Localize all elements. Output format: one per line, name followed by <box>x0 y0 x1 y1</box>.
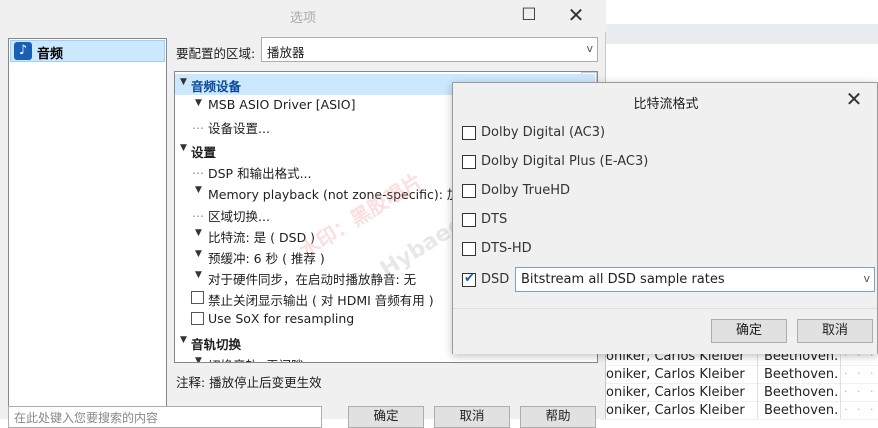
expand-triangle-icon[interactable]: ▼ <box>195 356 202 362</box>
expand-triangle-icon[interactable]: ▼ <box>195 228 202 238</box>
use-sox-checkbox[interactable] <box>191 312 204 325</box>
option-ac3[interactable]: Dolby Digital (AC3) <box>462 122 872 144</box>
track-work: Beethoven... <box>764 403 838 418</box>
option-label: DTS <box>481 212 508 227</box>
close-icon[interactable]: ✕ <box>839 86 869 112</box>
zone-label: 要配置的区域: <box>176 46 256 61</box>
tree-group-label: 音轨切换 <box>191 337 242 352</box>
row-dots: · · · <box>844 403 877 416</box>
tree-item-label: 区域切换... <box>208 209 270 224</box>
tree-item-label: 切换音轨: 无间隙 <box>208 355 304 362</box>
dsd-mode-select[interactable]: Bitstream all DSD sample rates v <box>515 267 875 292</box>
ellipsis-icon: … <box>192 163 204 177</box>
close-button[interactable]: ✕ <box>553 4 599 28</box>
eac3-checkbox[interactable] <box>462 155 476 169</box>
help-button[interactable]: 帮助 <box>520 406 596 428</box>
option-label: DTS-HD <box>481 241 532 256</box>
disable-display-checkbox[interactable] <box>191 291 204 304</box>
option-dts[interactable]: DTS <box>462 209 872 231</box>
track-work: Beethoven... <box>764 367 838 382</box>
track-row[interactable]: oniker, Carlos Kleiber Beethoven... · · … <box>600 384 878 402</box>
zone-select-value: 播放器 <box>267 45 305 60</box>
tree-item-label: DSP 和输出格式... <box>208 166 312 181</box>
category-label: 音频 <box>37 47 64 62</box>
chevron-down-icon: v <box>586 42 593 55</box>
dts-checkbox[interactable] <box>462 213 476 227</box>
dsd-checkbox[interactable]: ✔ <box>462 271 476 287</box>
tree-group-label: 设置 <box>191 145 217 160</box>
option-dts-hd[interactable]: DTS-HD <box>462 238 872 260</box>
zone-select[interactable]: 播放器 v <box>261 37 598 62</box>
track-work: Beethoven... <box>764 385 838 400</box>
dialog-ok-button[interactable]: 确定 <box>711 319 787 343</box>
option-label: Dolby TrueHD <box>481 183 571 198</box>
track-row[interactable]: oniker, Carlos Kleiber Beethoven... · · … <box>600 366 878 384</box>
tree-group-label: 音频设备 <box>191 79 242 94</box>
expand-triangle-icon[interactable]: ▼ <box>195 270 202 280</box>
tree-item-label: 禁止关闭显示输出 ( 对 HDMI 音频有用 ) <box>208 293 434 308</box>
track-artist: oniker, Carlos Kleiber <box>606 367 745 382</box>
search-placeholder: 在此处键入您要搜索的内容 <box>14 411 159 425</box>
cancel-button[interactable]: 取消 <box>434 406 510 428</box>
options-titlebar: 选项 ☐ ✕ <box>0 0 606 32</box>
music-note-icon: ♪ <box>14 42 32 60</box>
ok-button[interactable]: 确定 <box>348 406 424 428</box>
row-dots: · · · <box>844 385 877 398</box>
option-truehd[interactable]: Dolby TrueHD <box>462 180 872 202</box>
row-dots: · · · <box>844 367 877 380</box>
dsd-mode-value: Bitstream all DSD sample rates <box>521 272 725 287</box>
expand-triangle-icon[interactable]: ▼ <box>195 249 202 259</box>
tree-item-label: 设备设置... <box>208 121 270 136</box>
expand-triangle-icon[interactable]: ▼ <box>180 77 187 87</box>
note-text: 注释: 播放停止后变更生效 <box>176 375 322 390</box>
track-artist: oniker, Carlos Kleiber <box>606 403 745 418</box>
chevron-down-icon: v <box>863 272 870 285</box>
column-separator <box>840 348 841 419</box>
option-label: Dolby Digital Plus (E-AC3) <box>481 154 649 169</box>
column-separator <box>757 348 758 419</box>
dialog-footer: 确定 取消 <box>453 308 877 354</box>
track-artist: oniker, Carlos Kleiber <box>606 385 745 400</box>
expand-triangle-icon[interactable]: ▼ <box>180 335 187 345</box>
ellipsis-icon: … <box>192 118 204 132</box>
bitstream-format-dialog: 比特流格式 ✕ Dolby Digital (AC3) Dolby Digita… <box>452 82 878 354</box>
tree-item-label: MSB ASIO Driver [ASIO] <box>208 97 356 112</box>
dialog-title: 比特流格式 <box>633 97 699 112</box>
background-list-header <box>600 24 878 44</box>
option-dsd[interactable]: ✔ DSD <box>462 269 512 291</box>
dialog-cancel-button[interactable]: 取消 <box>797 319 873 343</box>
ac3-checkbox[interactable] <box>462 126 476 140</box>
dts-hd-checkbox[interactable] <box>462 242 476 256</box>
tree-item-label: Use SoX for resampling <box>208 311 355 326</box>
tree-item-switch-track[interactable]: ▼ 切换音轨: 无间隙 <box>175 353 595 362</box>
option-label: DSD <box>481 272 510 287</box>
option-label: Dolby Digital (AC3) <box>481 125 606 140</box>
checkmark-icon: ✔ <box>464 271 475 286</box>
track-row[interactable]: oniker, Carlos Kleiber Beethoven... · · … <box>600 402 878 420</box>
expand-triangle-icon[interactable]: ▼ <box>180 143 187 153</box>
tree-item-label: Memory playback (not zone-specific): 加载 <box>208 187 472 202</box>
category-item-audio[interactable]: ♪ 音频 <box>10 40 165 62</box>
ellipsis-icon: … <box>192 206 204 220</box>
expand-triangle-icon[interactable]: ▼ <box>195 185 202 195</box>
maximize-button[interactable]: ☐ <box>506 4 552 28</box>
search-input[interactable]: 在此处键入您要搜索的内容 <box>8 406 322 428</box>
option-eac3[interactable]: Dolby Digital Plus (E-AC3) <box>462 151 872 173</box>
truehd-checkbox[interactable] <box>462 184 476 198</box>
expand-triangle-icon[interactable]: ▼ <box>195 98 202 108</box>
category-list: ♪ 音频 <box>8 38 167 416</box>
